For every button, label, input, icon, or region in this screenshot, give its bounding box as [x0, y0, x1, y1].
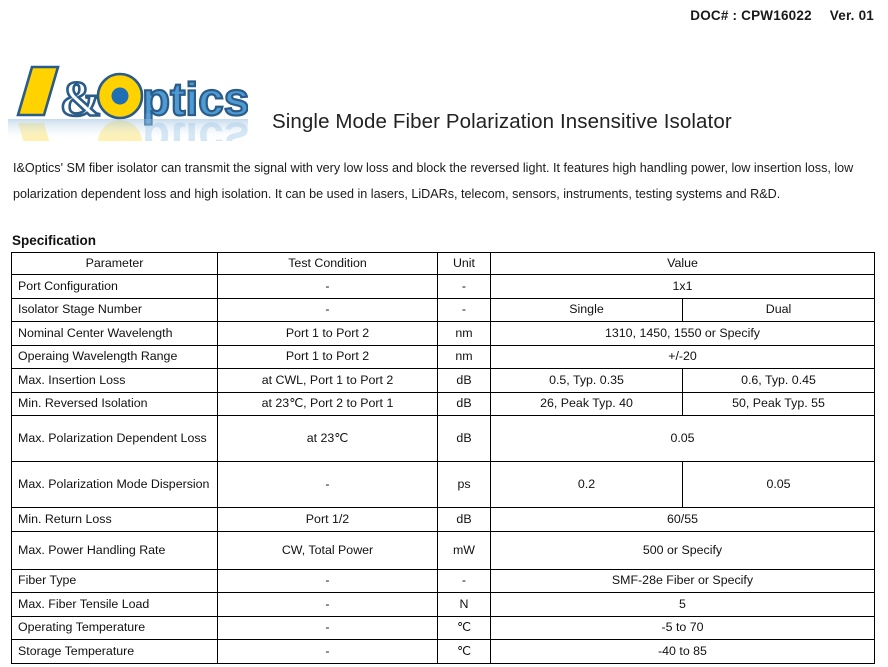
cell-value: 5 [490, 592, 875, 617]
cell-unit: - [437, 274, 491, 299]
cell-parameter: Fiber Type [11, 568, 218, 593]
cell-value-dual: 0.6, Typ. 0.45 [682, 368, 875, 393]
table-row: Max. Power Handling Rate CW, Total Power m… [11, 530, 875, 570]
cell-condition: at 23℃, Port 2 to Port 1 [217, 391, 438, 416]
column-header-test-condition: Test Condition [217, 252, 438, 275]
cell-unit: N [437, 592, 491, 617]
cell-condition: Port 1 to Port 2 [217, 344, 438, 369]
logo-icon: & ptics ptics [8, 65, 248, 141]
cell-unit: ℃ [437, 615, 491, 640]
cell-parameter: Operaing Wavelength Range [11, 344, 218, 369]
specification-table: Parameter Test Condition Unit Value Port… [11, 252, 875, 664]
table-row: Min. Reversed Isolation at 23℃, Port 2 to… [11, 391, 875, 416]
cell-value: 0.05 [490, 415, 875, 462]
table-body: Port Configuration - -1x1 Isolator Stage Nu… [11, 274, 875, 664]
cell-value: +/-20 [490, 344, 875, 369]
cell-parameter: Min. Return Loss [11, 507, 218, 532]
doc-number: DOC# : CPW16022 [690, 8, 812, 23]
table-row: Min. Return Loss Port 1/2 dB 60/55 [11, 507, 875, 532]
table-row: Port Configuration - -1x1 [11, 274, 875, 299]
cell-condition: - [217, 568, 438, 593]
section-heading: Specification [12, 233, 97, 248]
cell-condition: - [217, 461, 438, 508]
cell-value: 60/55 [490, 507, 875, 532]
product-description: I&Optics' SM fiber isolator can transmit… [13, 161, 854, 201]
cell-condition: at 23℃ [217, 415, 438, 462]
cell-value-single: Single [490, 297, 683, 322]
cell-value-dual: 50, Peak Typ. 55 [682, 391, 875, 416]
cell-unit: dB [437, 391, 491, 416]
cell-parameter: Max. Fiber Tensile Load [11, 592, 218, 617]
svg-text:&: & [60, 70, 102, 126]
column-header-parameter: Parameter [11, 252, 218, 275]
cell-value: -5 to 70 [490, 615, 875, 640]
company-logo: & ptics ptics [8, 63, 248, 141]
cell-value-single: 26, Peak Typ. 40 [490, 391, 683, 416]
cell-value: SMF-28e Fiber or Specify [490, 568, 875, 593]
cell-condition: Port 1/2 [217, 507, 438, 532]
column-header-unit: Unit [437, 252, 491, 275]
cell-unit: ps [437, 461, 491, 508]
cell-unit: ℃ [437, 639, 491, 664]
cell-parameter: Max. Insertion Loss [11, 368, 218, 393]
table-row: Storage Temperature - ℃ -40 to 85 [11, 639, 875, 664]
document-meta: DOC# : CPW16022 Ver. 01 [690, 8, 874, 23]
cell-condition: CW, Total Power [217, 530, 438, 570]
cell-value-dual: 0.05 [682, 461, 875, 508]
cell-unit: nm [437, 321, 491, 346]
cell-condition: at CWL, Port 1 to Port 2 [217, 368, 438, 393]
specification-table-container: Parameter Test Condition Unit Value Port… [11, 252, 875, 664]
cell-parameter: Nominal Center Wavelength [11, 321, 218, 346]
table-row: Max. Polarization Mode Dispersion - ps 0.2 0… [11, 461, 875, 508]
doc-version: Ver. 01 [829, 8, 874, 23]
column-header-value: Value [490, 252, 875, 275]
cell-parameter: Operating Temperature [11, 615, 218, 640]
cell-condition: - [217, 592, 438, 617]
table-row: Operating Temperature - ℃ -5 to 70 [11, 615, 875, 640]
cell-unit: mW [437, 530, 491, 570]
page-title: Single Mode Fiber Polarization Insensiti… [272, 110, 732, 133]
cell-parameter: Port Configuration [11, 274, 218, 299]
table-header-row: Parameter Test Condition Unit Value [11, 252, 875, 275]
cell-value-single: 0.2 [490, 461, 683, 508]
cell-unit: nm [437, 344, 491, 369]
cell-unit: - [437, 568, 491, 593]
cell-condition: - [217, 639, 438, 664]
cell-parameter: Isolator Stage Number [11, 297, 218, 322]
cell-condition: - [217, 615, 438, 640]
cell-parameter: Storage Temperature [11, 639, 218, 664]
cell-value: 1310, 1450, 1550 or Specify [490, 321, 875, 346]
cell-unit: dB [437, 415, 491, 462]
table-row: Operaing Wavelength Range Port 1 to Port … [11, 344, 875, 369]
cell-value-dual: Dual [682, 297, 875, 322]
table-row: Max. Polarization Dependent Loss at 23℃ dB… [11, 415, 875, 462]
cell-parameter: Max. Polarization Dependent Loss [11, 415, 218, 462]
cell-unit: - [437, 297, 491, 322]
cell-unit: dB [437, 368, 491, 393]
table-row: Max. Fiber Tensile Load - N 5 [11, 592, 875, 617]
cell-condition: Port 1 to Port 2 [217, 321, 438, 346]
table-row: Max. Insertion Loss at CWL, Port 1 to Por… [11, 368, 875, 393]
cell-value: 500 or Specify [490, 530, 875, 570]
cell-value: 1x1 [490, 274, 875, 299]
cell-parameter: Max. Polarization Mode Dispersion [11, 461, 218, 508]
cell-value: -40 to 85 [490, 639, 875, 664]
cell-condition: - [217, 297, 438, 322]
table-row: Nominal Center Wavelength Port 1 to Port … [11, 321, 875, 346]
table-row: Isolator Stage Number - - Single Dual [11, 297, 875, 322]
table-row: Fiber Type - - SMF-28e Fiber or Specify [11, 568, 875, 593]
cell-value-single: 0.5, Typ. 0.35 [490, 368, 683, 393]
cell-parameter: Max. Power Handling Rate [11, 530, 218, 570]
cell-condition: - [217, 274, 438, 299]
cell-parameter: Min. Reversed Isolation [11, 391, 218, 416]
cell-unit: dB [437, 507, 491, 532]
